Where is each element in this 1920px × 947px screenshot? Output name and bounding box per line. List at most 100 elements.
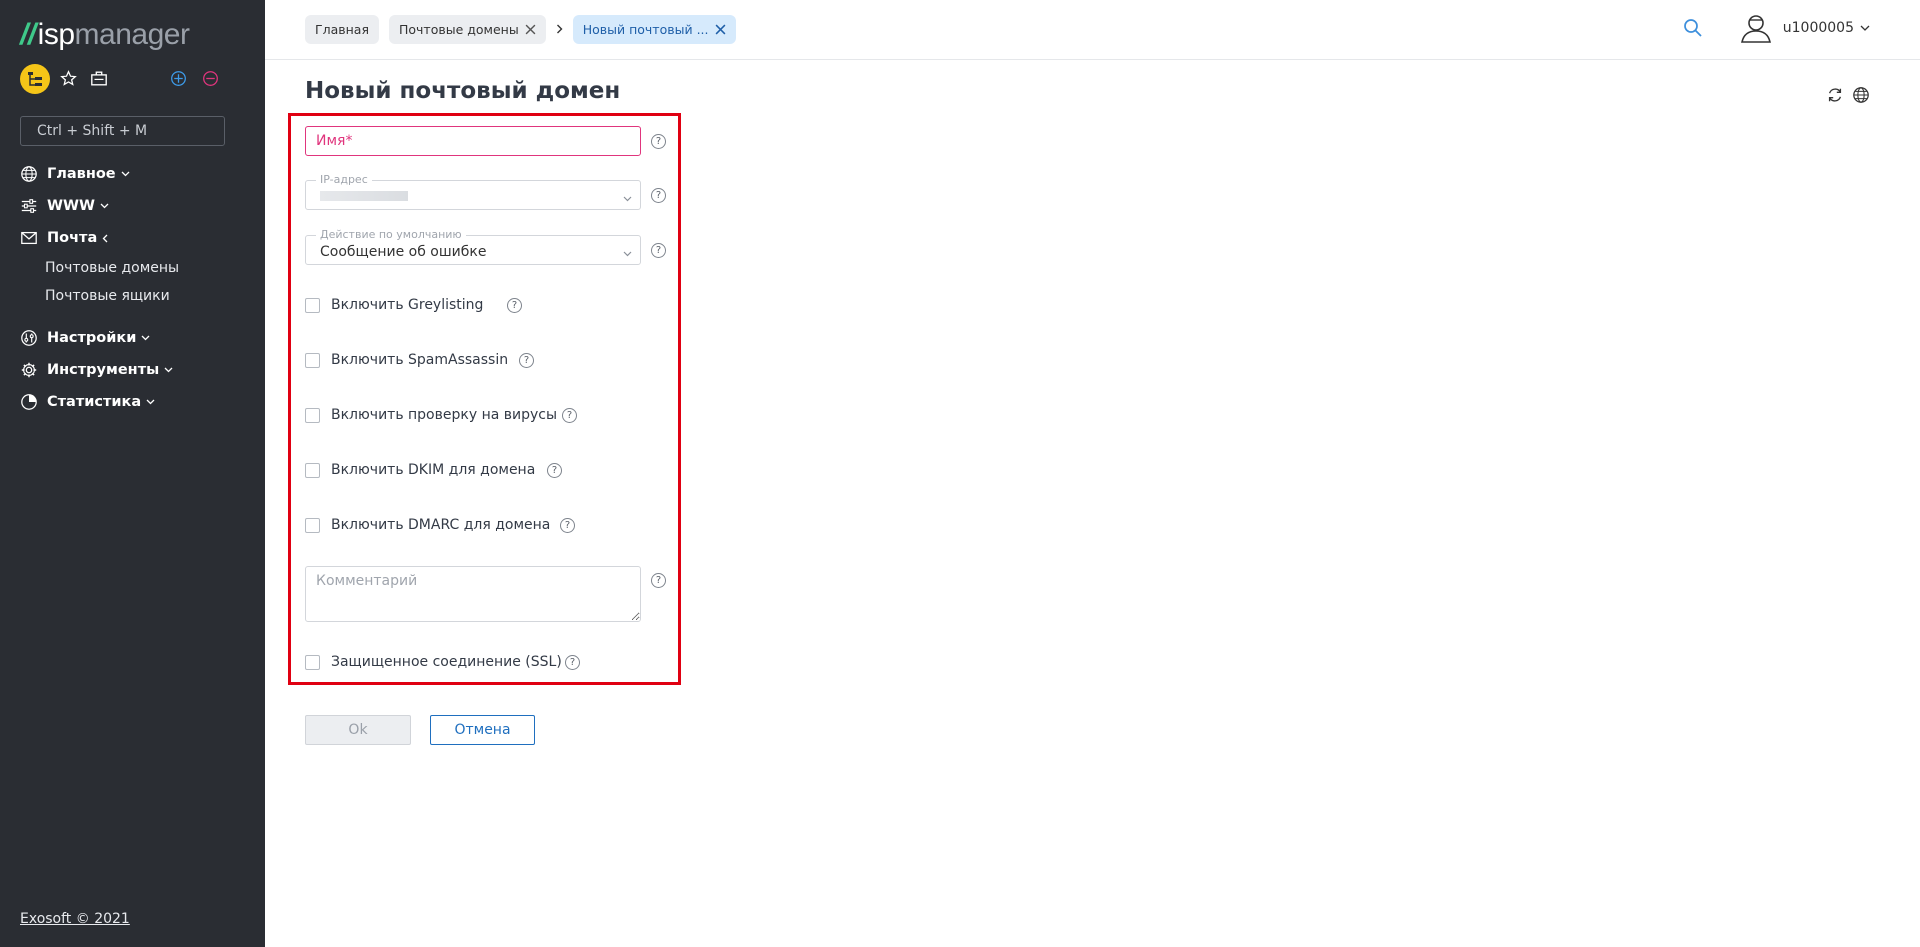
help-icon[interactable]: ? <box>565 655 580 670</box>
sidebar-item-www[interactable]: WWW <box>0 190 265 222</box>
spamassassin-option: Включить SpamAssassin <box>305 352 508 368</box>
greylisting-label[interactable]: Включить Greylisting <box>331 297 483 313</box>
logo[interactable]: //ispmanager <box>20 18 190 52</box>
page-title: Новый почтовый домен <box>305 78 621 104</box>
ip-address-select[interactable]: IP-адрес <box>305 173 641 210</box>
sidebar-subitem-label: Почтовые ящики <box>45 288 170 304</box>
refresh-icon[interactable] <box>1826 86 1844 104</box>
default-action-select[interactable]: Действие по умолчанию Сообщение об ошибк… <box>305 228 641 265</box>
sidebar-subitem-mailboxes[interactable]: Почтовые ящики <box>0 282 265 310</box>
help-icon[interactable]: ? <box>562 408 577 423</box>
help-icon[interactable]: ? <box>651 243 666 258</box>
logo-isp-text: isp <box>37 18 75 51</box>
copyright-link[interactable]: Exosoft © 2021 <box>20 911 130 927</box>
chevron-down-icon <box>146 399 155 405</box>
greylisting-option: Включить Greylisting <box>305 297 483 313</box>
sidebar-item-label: WWW <box>47 198 95 214</box>
default-action-legend: Действие по умолчанию <box>316 228 466 241</box>
name-field <box>305 126 641 156</box>
user-area: u1000005 <box>1683 12 1870 44</box>
help-icon[interactable]: ? <box>547 463 562 478</box>
dmarc-option: Включить DMARC для домена <box>305 517 550 533</box>
chevron-down-icon[interactable] <box>1860 25 1870 32</box>
tab-mail-domains[interactable]: Почтовые домены <box>389 15 546 44</box>
sidebar-item-settings[interactable]: Настройки <box>0 322 265 354</box>
help-icon[interactable]: ? <box>651 573 666 588</box>
breadcrumb: Главная Почтовые домены Новый почтовый .… <box>305 15 736 44</box>
tab-label: Главная <box>315 22 369 37</box>
dkim-checkbox[interactable] <box>305 462 320 478</box>
default-action-field: Действие по умолчанию Сообщение об ошибк… <box>305 228 641 265</box>
sidebar-item-label: Настройки <box>47 330 137 346</box>
add-circle-icon[interactable] <box>170 70 187 91</box>
help-icon[interactable]: ? <box>560 518 575 533</box>
help-icon[interactable]: ? <box>507 298 522 313</box>
ip-address-field: IP-адрес <box>305 173 641 210</box>
ssl-label[interactable]: Защищенное соединение (SSL) <box>331 654 562 670</box>
cancel-button[interactable]: Отмена <box>430 715 535 745</box>
sliders-icon <box>20 197 38 215</box>
dmarc-checkbox[interactable] <box>305 517 320 533</box>
tab-label: Новый почтовый ... <box>582 22 709 37</box>
spamassassin-checkbox[interactable] <box>305 352 320 368</box>
chevron-down-icon <box>623 245 632 261</box>
page-tools <box>1826 86 1870 104</box>
gear-icon <box>20 361 38 379</box>
default-action-value: Сообщение об ошибке <box>320 244 487 260</box>
sidebar-item-main[interactable]: Главное <box>0 158 265 190</box>
close-icon[interactable] <box>525 24 536 35</box>
close-icon[interactable] <box>715 24 726 35</box>
dkim-option: Включить DKIM для домена <box>305 462 535 478</box>
sidebar-item-statistics[interactable]: Статистика <box>0 386 265 418</box>
sidebar-item-label: Инструменты <box>47 362 160 378</box>
sidebar-item-tools[interactable]: Инструменты <box>0 354 265 386</box>
language-globe-icon[interactable] <box>1852 86 1870 104</box>
help-icon[interactable]: ? <box>519 353 534 368</box>
briefcase-icon[interactable] <box>90 70 108 91</box>
ip-address-value-masked <box>320 191 408 201</box>
app-window: //ispmanager Главное <box>0 0 1920 947</box>
tab-home[interactable]: Главная <box>305 15 379 44</box>
sidebar-subitem-label: Почтовые домены <box>45 260 180 276</box>
help-icon[interactable]: ? <box>651 188 666 203</box>
settings-icon <box>20 329 38 347</box>
user-avatar-icon[interactable] <box>1739 12 1773 44</box>
chevron-down-icon <box>141 335 150 341</box>
tab-label: Почтовые домены <box>399 22 519 37</box>
name-input[interactable] <box>305 126 641 156</box>
dkim-label[interactable]: Включить DKIM для домена <box>331 462 535 478</box>
comment-textarea[interactable] <box>305 566 641 622</box>
greylisting-checkbox[interactable] <box>305 297 320 313</box>
antivirus-checkbox[interactable] <box>305 407 320 423</box>
search-icon[interactable] <box>1683 18 1703 38</box>
sidebar-item-label: Главное <box>47 166 116 182</box>
star-icon[interactable] <box>60 70 77 91</box>
ssl-checkbox[interactable] <box>305 654 320 670</box>
logo-mark: // <box>20 18 36 51</box>
chevron-left-icon <box>102 234 108 243</box>
comment-field <box>305 566 641 626</box>
top-bar: Главная Почтовые домены Новый почтовый .… <box>265 0 1920 60</box>
quick-actions <box>20 64 250 96</box>
chevron-right-icon <box>556 22 563 38</box>
tab-new-mail-domain[interactable]: Новый почтовый ... <box>572 15 736 44</box>
menu-search-input[interactable] <box>20 116 225 146</box>
ok-button[interactable]: Ok <box>305 715 411 745</box>
sidebar-item-mail[interactable]: Почта <box>0 222 265 254</box>
antivirus-label[interactable]: Включить проверку на вирусы <box>331 407 557 423</box>
sidebar-item-label: Почта <box>47 230 98 246</box>
sidebar-item-label: Статистика <box>47 394 142 410</box>
main-content: Новый почтовый домен ? IP-адрес ? <box>265 60 1920 947</box>
username[interactable]: u1000005 <box>1783 20 1854 36</box>
sidebar-subitem-mail-domains[interactable]: Почтовые домены <box>0 254 265 282</box>
tree-menu-button[interactable] <box>20 64 50 94</box>
chevron-down-icon <box>623 190 632 206</box>
ip-address-legend: IP-адрес <box>316 173 372 186</box>
dmarc-label[interactable]: Включить DMARC для домена <box>331 517 550 533</box>
spamassassin-label[interactable]: Включить SpamAssassin <box>331 352 508 368</box>
remove-circle-icon[interactable] <box>202 70 219 91</box>
help-icon[interactable]: ? <box>651 134 666 149</box>
pie-chart-icon <box>20 393 38 411</box>
chevron-down-icon <box>100 203 109 209</box>
